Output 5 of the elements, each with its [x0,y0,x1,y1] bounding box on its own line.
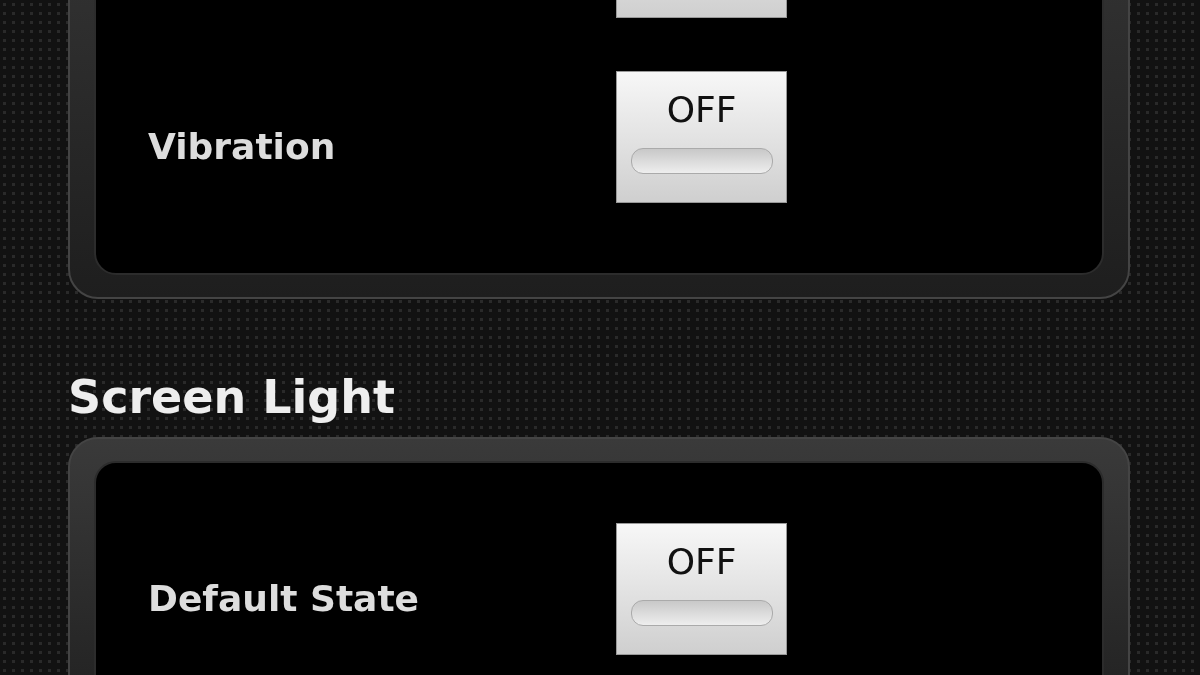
section-title: Screen Light [68,369,396,425]
setting-label: Vibration [147,124,337,167]
toggle-button[interactable]: OFF [616,523,787,655]
toggle-button[interactable]: OFF [616,71,787,203]
setting-label: Default State [147,576,421,619]
